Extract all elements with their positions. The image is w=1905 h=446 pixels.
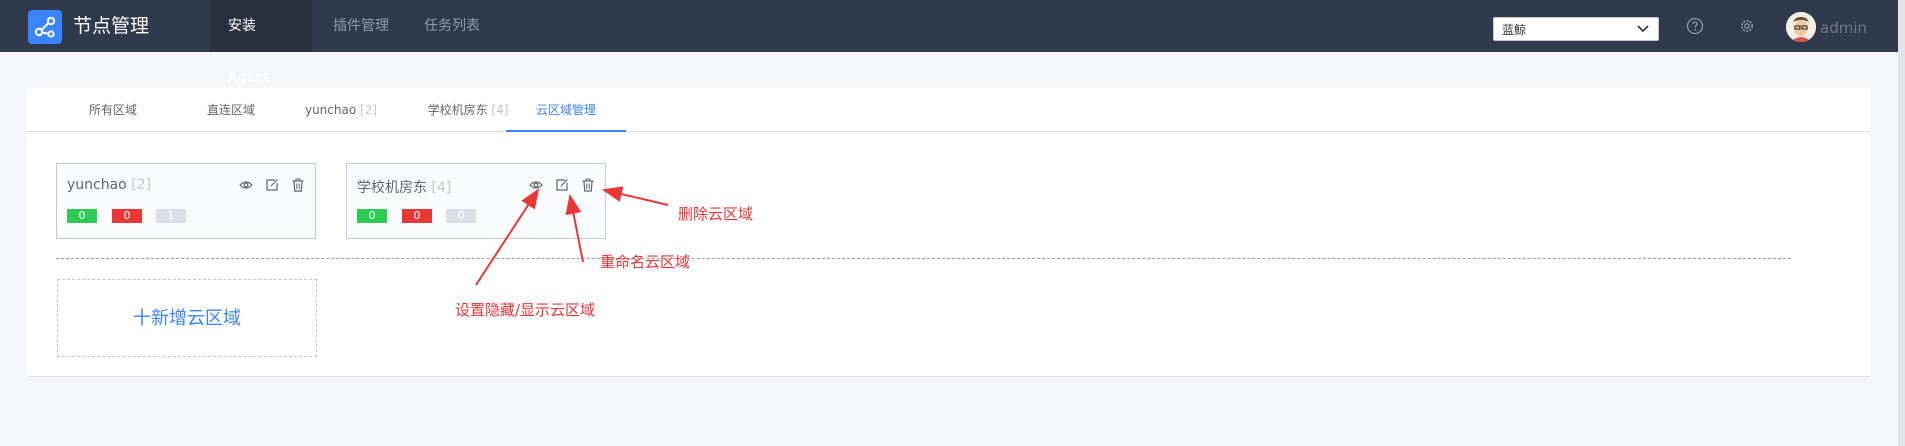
rename-annotation-label: 重命名云区域 bbox=[600, 253, 691, 271]
gear-icon[interactable] bbox=[1738, 17, 1756, 35]
card-actions bbox=[232, 178, 305, 194]
trash-icon[interactable] bbox=[581, 178, 595, 192]
tab-all-areas[interactable]: 所有区域 bbox=[61, 88, 165, 132]
cloud-area-card[interactable]: yunchao [2] 0 0 1 bbox=[56, 163, 316, 239]
card-actions bbox=[522, 178, 595, 194]
vertical-scrollbar[interactable] bbox=[1898, 0, 1905, 446]
tab-label: 所有区域 bbox=[88, 103, 137, 117]
cloud-area-host-count: [2] bbox=[131, 177, 152, 193]
visibility-annotation-label: 设置隐藏/显示云区域 bbox=[455, 301, 596, 319]
cloud-area-card[interactable]: 学校机房东 [4] 0 0 0 bbox=[346, 163, 606, 239]
user-name[interactable]: admin bbox=[1820, 19, 1867, 37]
not-installed-count-badge: 1 bbox=[156, 209, 186, 223]
tab-label: 云区域管理 bbox=[535, 103, 596, 117]
tab-label: yunchao bbox=[304, 103, 357, 117]
business-select[interactable]: 蓝鲸 bbox=[1493, 17, 1659, 41]
abnormal-count-badge: 0 bbox=[402, 209, 432, 223]
cloud-area-host-count: [4] bbox=[431, 180, 452, 196]
abnormal-count-badge: 0 bbox=[112, 209, 142, 223]
area-tabs: 所有区域 直连区域 yunchao [2] 学校机房东 [4] 云区域管理 bbox=[27, 88, 1870, 132]
tab-label: 学校机房东 bbox=[427, 103, 488, 117]
user-avatar[interactable] bbox=[1786, 12, 1816, 42]
tab-cloud-area-management[interactable]: 云区域管理 bbox=[506, 88, 626, 132]
nav-plugin-management[interactable]: 插件管理 bbox=[315, 0, 407, 52]
normal-count-badge: 0 bbox=[357, 209, 387, 223]
edit-icon[interactable] bbox=[555, 178, 569, 192]
nav-install-agent[interactable]: 安装Agent bbox=[210, 0, 312, 86]
tab-yunchao[interactable]: yunchao [2] bbox=[289, 88, 393, 132]
eye-icon[interactable] bbox=[238, 178, 253, 192]
edit-icon[interactable] bbox=[265, 178, 279, 192]
not-installed-count-badge: 0 bbox=[446, 209, 476, 223]
cloud-area-name-text: 学校机房东 bbox=[357, 180, 427, 196]
delete-annotation-label: 删除云区域 bbox=[678, 205, 754, 223]
cloud-area-name: yunchao [2] bbox=[67, 177, 151, 193]
app-title[interactable]: 节点管理 bbox=[73, 13, 149, 39]
nav-task-list[interactable]: 任务列表 bbox=[406, 0, 498, 52]
cloud-area-name-text: yunchao bbox=[67, 177, 127, 193]
normal-count-badge: 0 bbox=[67, 209, 97, 223]
chevron-down-icon bbox=[1637, 25, 1649, 33]
section-divider bbox=[56, 258, 1791, 259]
tab-count: [2] bbox=[360, 103, 378, 117]
add-cloud-area-button[interactable]: 十新增云区域 bbox=[57, 279, 317, 357]
cloud-area-name: 学校机房东 [4] bbox=[357, 177, 451, 197]
tab-label: 直连区域 bbox=[206, 103, 255, 117]
top-navigation-bar: 节点管理 安装Agent 插件管理 任务列表 蓝鲸 admin bbox=[0, 0, 1898, 86]
eye-icon[interactable] bbox=[528, 178, 543, 192]
app-logo-icon[interactable] bbox=[28, 10, 62, 44]
trash-icon[interactable] bbox=[291, 178, 305, 192]
help-circle-icon[interactable] bbox=[1686, 17, 1704, 35]
business-select-value: 蓝鲸 bbox=[1502, 23, 1527, 37]
tab-direct-area[interactable]: 直连区域 bbox=[179, 88, 283, 132]
